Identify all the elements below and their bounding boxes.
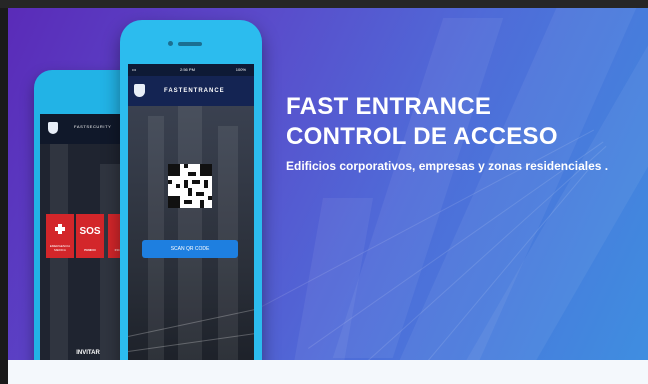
hero-title-line-2: CONTROL DE ACCESO bbox=[286, 123, 558, 150]
hero-title-line-1: FAST ENTRANCE bbox=[286, 93, 492, 120]
panic-label: PANICO bbox=[84, 248, 96, 252]
signal-icon: ••• bbox=[132, 67, 137, 72]
earpiece-speaker bbox=[178, 42, 202, 46]
page-bottom-section bbox=[8, 360, 648, 384]
sos-label: SOS bbox=[79, 226, 101, 237]
qr-code bbox=[168, 164, 212, 208]
phone-back-app-title: FASTSECURITY bbox=[74, 124, 112, 129]
phone-front-screen: ••• 2:56 PM 100% FASTENTRANCE SCAN QR CO… bbox=[128, 64, 254, 370]
app-header: FASTENTRANCE bbox=[128, 76, 254, 106]
app-title: FASTENTRANCE bbox=[164, 88, 225, 94]
battery-level: 100% bbox=[235, 67, 246, 72]
city-building bbox=[50, 144, 68, 384]
city-background bbox=[128, 106, 254, 370]
page: FAST ENTRANCE CONTROL DE ACCESO Edificio… bbox=[0, 0, 648, 384]
city-building bbox=[178, 106, 202, 370]
medical-emergency-tile[interactable]: EMERGENCIA MEDICA bbox=[46, 214, 74, 258]
scan-qr-code-button[interactable]: SCAN QR CODE bbox=[142, 240, 238, 258]
hero-subtitle: Edificios corporativos, empresas y zonas… bbox=[286, 159, 609, 173]
hero-title: FAST ENTRANCE CONTROL DE ACCESO bbox=[286, 92, 558, 152]
sos-tile[interactable]: SOS PANICO bbox=[76, 214, 104, 258]
top-strip bbox=[0, 0, 648, 8]
medical-emergency-label: EMERGENCIA MEDICA bbox=[49, 244, 71, 252]
phone-mockup-front: ••• 2:56 PM 100% FASTENTRANCE SCAN QR CO… bbox=[120, 20, 262, 384]
status-bar: ••• 2:56 PM 100% bbox=[128, 64, 254, 76]
shield-logo-icon bbox=[134, 84, 145, 97]
medical-cross-icon bbox=[55, 224, 65, 234]
front-camera bbox=[168, 41, 173, 46]
status-time: 2:56 PM bbox=[180, 67, 195, 72]
shield-logo-icon bbox=[48, 122, 58, 134]
